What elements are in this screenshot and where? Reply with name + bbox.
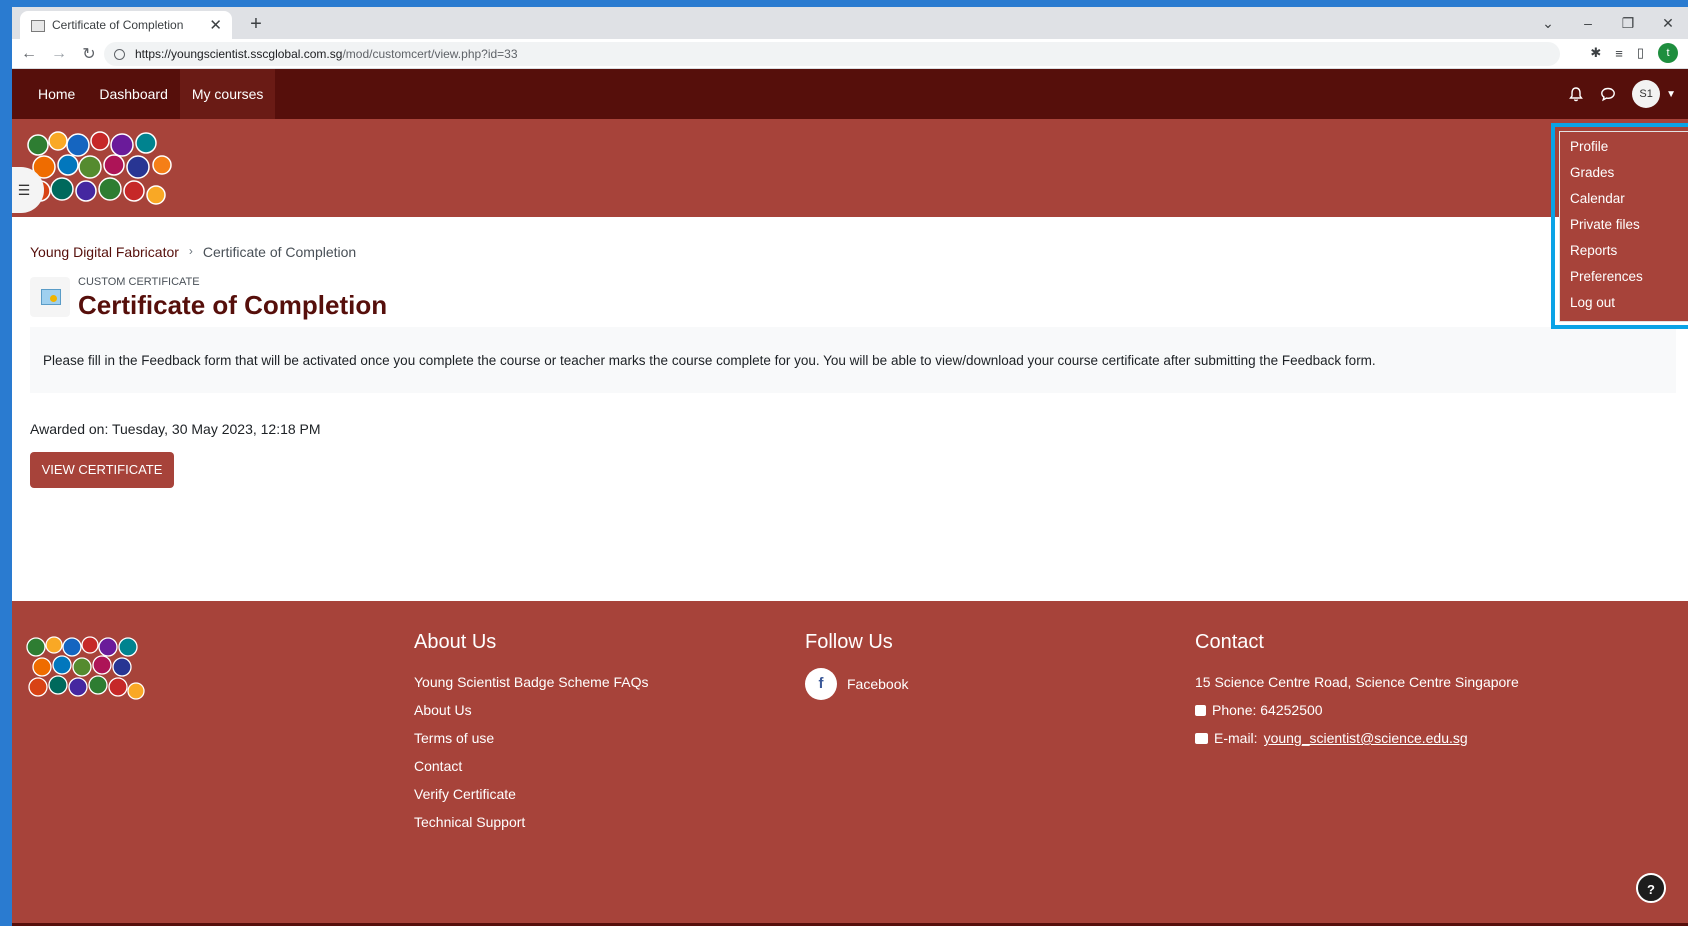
address-bar: ← → ↻ https://youngscientist.sscglobal.c…	[12, 39, 1688, 69]
user-menu-grades[interactable]: Grades	[1560, 160, 1688, 186]
nav-my-courses[interactable]: My courses	[179, 69, 276, 119]
url-host: https://youngscientist.sscglobal.com.sg	[135, 47, 343, 61]
tab-title: Certificate of Completion	[52, 18, 184, 32]
user-menu-calendar[interactable]: Calendar	[1560, 186, 1688, 212]
breadcrumb-separator: ›	[188, 244, 193, 258]
user-menu: Profile Grades Calendar Private files Re…	[1559, 131, 1688, 322]
navbar-user-area: S1 ▼	[1568, 69, 1676, 119]
reload-icon[interactable]: ↻	[76, 44, 102, 64]
breadcrumb-current: Certificate of Completion	[202, 244, 357, 260]
contact-email-label: E-mail:	[1214, 730, 1258, 746]
user-menu-reports[interactable]: Reports	[1560, 238, 1688, 264]
facebook-icon: f	[805, 668, 837, 700]
feedback-notice: Please fill in the Feedback form that wi…	[30, 327, 1676, 393]
restore-icon[interactable]: ❐	[1608, 15, 1648, 32]
bell-icon[interactable]	[1568, 86, 1584, 102]
nav-home[interactable]: Home	[26, 69, 87, 119]
footer-contact-column: Contact 15 Science Centre Road, Science …	[1195, 631, 1519, 752]
back-arrow-icon[interactable]: ←	[16, 45, 42, 63]
url-path: /mod/customcert/view.php?id=33	[342, 47, 518, 61]
reading-list-icon[interactable]: ≡	[1615, 46, 1623, 61]
user-menu-highlight: Profile Grades Calendar Private files Re…	[1551, 123, 1688, 329]
help-button[interactable]: ?	[1636, 873, 1666, 903]
page-header: Custom certificate Certificate of Comple…	[30, 275, 387, 321]
footer-contact-heading: Contact	[1195, 631, 1264, 653]
user-menu-log-out[interactable]: Log out	[1560, 290, 1688, 316]
side-panel-icon[interactable]: ▯	[1637, 45, 1644, 61]
site-navbar: Home Dashboard My courses S1 ▼	[12, 69, 1688, 119]
footer-link-contact[interactable]: Contact	[414, 752, 649, 780]
footer-link-faqs[interactable]: Young Scientist Badge Scheme FAQs	[414, 668, 649, 696]
breadcrumb-course-link[interactable]: Young Digital Fabricator	[30, 244, 179, 260]
footer-follow-column: Follow Us f Facebook	[805, 631, 908, 700]
site-footer: About Us Young Scientist Badge Scheme FA…	[12, 601, 1688, 926]
footer-link-about[interactable]: About Us	[414, 696, 649, 724]
module-type-label: Custom certificate	[78, 276, 200, 288]
browser-window: Certificate of Completion ✕ + ⌄ – ❐ ✕ ← …	[0, 0, 1688, 926]
awarded-date: Awarded on: Tuesday, 30 May 2023, 12:18 …	[30, 421, 321, 437]
user-avatar[interactable]: S1	[1632, 80, 1661, 108]
footer-about-heading: About Us	[414, 631, 497, 653]
notice-text: Please fill in the Feedback form that wi…	[43, 352, 1376, 368]
footer-badge-logo	[26, 636, 145, 700]
forward-arrow-icon[interactable]: →	[46, 45, 72, 63]
tab-search-icon[interactable]: ⌄	[1528, 15, 1568, 32]
facebook-label: Facebook	[847, 676, 909, 692]
close-window-icon[interactable]: ✕	[1648, 15, 1688, 32]
breadcrumb: Young Digital Fabricator › Certificate o…	[30, 244, 356, 260]
certificate-favicon-icon	[30, 18, 45, 32]
window-controls: ⌄ – ❐ ✕	[1528, 7, 1688, 39]
envelope-icon	[1195, 732, 1208, 744]
contact-address: 15 Science Centre Road, Science Centre S…	[1195, 674, 1519, 690]
user-menu-preferences[interactable]: Preferences	[1560, 264, 1688, 290]
view-certificate-button[interactable]: View certificate	[30, 452, 174, 488]
minimize-icon[interactable]: –	[1568, 15, 1608, 31]
close-tab-icon[interactable]: ✕	[209, 16, 222, 34]
phone-icon	[1195, 704, 1206, 716]
footer-link-verify[interactable]: Verify Certificate	[414, 780, 649, 808]
list-icon: ☰	[17, 181, 31, 198]
footer-follow-heading: Follow Us	[805, 631, 893, 653]
site-info-icon[interactable]	[114, 48, 125, 60]
chevron-down-icon[interactable]: ▼	[1666, 89, 1676, 100]
url-input[interactable]: https://youngscientist.sscglobal.com.sg /…	[104, 42, 1560, 66]
footer-about-column: About Us Young Scientist Badge Scheme FA…	[414, 631, 649, 836]
browser-toolbar: ✱ ≡ ▯ t	[1590, 43, 1678, 63]
tab-strip: Certificate of Completion ✕ + ⌄ – ❐ ✕	[12, 7, 1688, 39]
chat-bubble-icon[interactable]	[1600, 86, 1616, 102]
site-banner: ☰	[12, 119, 1688, 217]
nav-dashboard[interactable]: Dashboard	[87, 69, 180, 119]
contact-phone: Phone: 64252500	[1212, 702, 1323, 718]
footer-link-support[interactable]: Technical Support	[414, 808, 649, 836]
user-menu-profile[interactable]: Profile	[1560, 134, 1688, 160]
contact-email-link[interactable]: young_scientist@science.edu.sg	[1264, 724, 1468, 752]
badge-collage-logo[interactable]	[26, 131, 174, 209]
page-title: Certificate of Completion	[78, 290, 388, 320]
facebook-link[interactable]: f Facebook	[805, 668, 908, 700]
page-heading-text: Custom certificate Certificate of Comple…	[78, 275, 387, 321]
contact-email-row: E-mail: young_scientist@science.edu.sg	[1195, 724, 1519, 752]
certificate-icon	[30, 277, 70, 317]
new-tab-button[interactable]: +	[244, 11, 268, 37]
extensions-puzzle-icon[interactable]: ✱	[1590, 45, 1601, 61]
browser-profile-avatar[interactable]: t	[1658, 43, 1678, 63]
footer-link-terms[interactable]: Terms of use	[414, 724, 649, 752]
user-menu-private-files[interactable]: Private files	[1560, 212, 1688, 238]
contact-phone-row: Phone: 64252500	[1195, 696, 1519, 724]
browser-tab[interactable]: Certificate of Completion ✕	[20, 11, 232, 39]
